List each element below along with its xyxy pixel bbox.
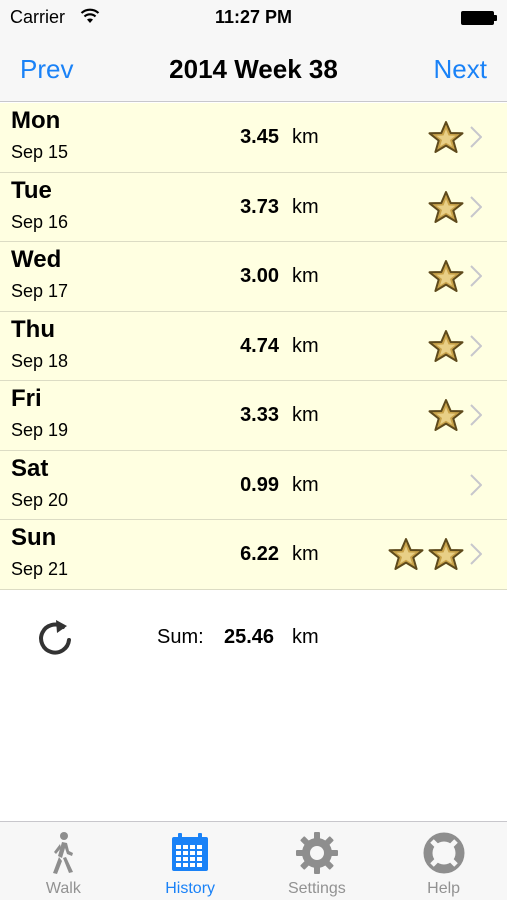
chevron-right-icon: [470, 334, 482, 357]
day-date: Sep 20: [11, 489, 69, 510]
day-row-tue[interactable]: Tue Sep 16 3.73 km: [0, 172, 507, 242]
page-title: 2014 Week 38: [169, 54, 338, 84]
star-rating: [387, 536, 465, 574]
star-icon: [428, 260, 464, 292]
star-rating: [427, 328, 465, 366]
day-date: Sep 16: [11, 211, 69, 232]
battery-icon: [461, 11, 497, 25]
day-distance: 3.00: [240, 265, 279, 287]
day-row-sun[interactable]: Sun Sep 21 6.22 km: [0, 520, 507, 590]
gear-icon: [295, 832, 338, 874]
day-distance: 3.73: [240, 195, 279, 218]
day-distance: 4.74: [240, 334, 279, 357]
calendar-icon: [172, 833, 209, 871]
sum-label: Sum:: [157, 626, 204, 648]
walker-icon: [53, 832, 74, 874]
day-row-fri[interactable]: Fri Sep 19 3.33 km: [0, 381, 507, 451]
next-button[interactable]: Next: [434, 54, 487, 85]
day-distance: 0.99: [240, 473, 279, 496]
day-name: Sun: [11, 524, 57, 551]
day-row-sat[interactable]: Sat Sep 20 0.99 km: [0, 450, 507, 520]
distance-unit: km: [292, 404, 319, 426]
tab-settings[interactable]: Settings: [254, 822, 381, 900]
tab-walk[interactable]: Walk: [0, 822, 127, 900]
tab-help[interactable]: Help: [380, 822, 507, 900]
star-icon: [428, 329, 464, 362]
summary-area: Sum: 25.46 km: [0, 590, 507, 690]
distance-unit: km: [292, 543, 319, 565]
distance-unit: km: [292, 265, 319, 287]
day-name: Fri: [11, 385, 42, 412]
tab-label: Settings: [287, 880, 346, 897]
day-date: Sep 19: [11, 420, 69, 440]
chevron-right-icon: [470, 265, 482, 287]
day-date: Sep 21: [11, 559, 69, 579]
status-time: 11:27 PM: [214, 7, 293, 27]
star-rating: [427, 397, 465, 435]
day-distance: 3.45: [240, 126, 279, 148]
tab-label: History: [165, 880, 216, 897]
chevron-right-icon: [470, 404, 482, 426]
distance-unit: km: [292, 473, 319, 496]
sum-unit: km: [292, 626, 319, 648]
star-icon: [388, 538, 424, 570]
day-date: Sep 15: [11, 142, 69, 162]
sum-value: 25.46: [224, 626, 275, 648]
lifebuoy-icon: [423, 832, 465, 874]
day-name: Sat: [11, 454, 49, 482]
chevron-right-icon: [470, 473, 482, 496]
tab-bar: Walk History Settings Help: [0, 821, 507, 900]
day-date: Sep 18: [11, 350, 69, 371]
tab-history[interactable]: History: [127, 822, 254, 900]
navigation-bar: Prev 2014 Week 38 Next: [0, 36, 507, 102]
day-name: Mon: [11, 107, 61, 134]
day-date: Sep 17: [11, 281, 69, 301]
day-list: Mon Sep 15 3.45 km Tue Sep 16 3.73 km We…: [0, 103, 507, 590]
day-row-thu[interactable]: Thu Sep 18 4.74 km: [0, 311, 507, 381]
tab-label: Help: [427, 880, 461, 897]
tab-label: Walk: [45, 880, 81, 897]
distance-unit: km: [292, 334, 319, 357]
star-icon: [428, 399, 464, 431]
chevron-right-icon: [470, 543, 482, 565]
star-icon: [428, 121, 464, 153]
day-distance: 3.33: [240, 404, 279, 426]
chevron-right-icon: [470, 195, 482, 218]
distance-unit: km: [292, 195, 319, 218]
chevron-right-icon: [470, 126, 482, 148]
star-rating: [427, 258, 465, 296]
day-row-wed[interactable]: Wed Sep 17 3.00 km: [0, 242, 507, 312]
star-icon: [428, 190, 464, 223]
day-name: Wed: [11, 246, 62, 273]
refresh-icon[interactable]: [34, 616, 76, 660]
star-rating: [427, 189, 465, 227]
day-name: Thu: [11, 315, 55, 343]
day-distance: 6.22: [240, 543, 279, 565]
star-rating: [427, 119, 465, 157]
star-icon: [428, 538, 464, 570]
day-row-mon[interactable]: Mon Sep 15 3.45 km: [0, 103, 507, 173]
day-name: Tue: [11, 176, 52, 204]
distance-unit: km: [292, 126, 319, 148]
status-bar: Carrier 11:27 PM: [0, 0, 507, 36]
